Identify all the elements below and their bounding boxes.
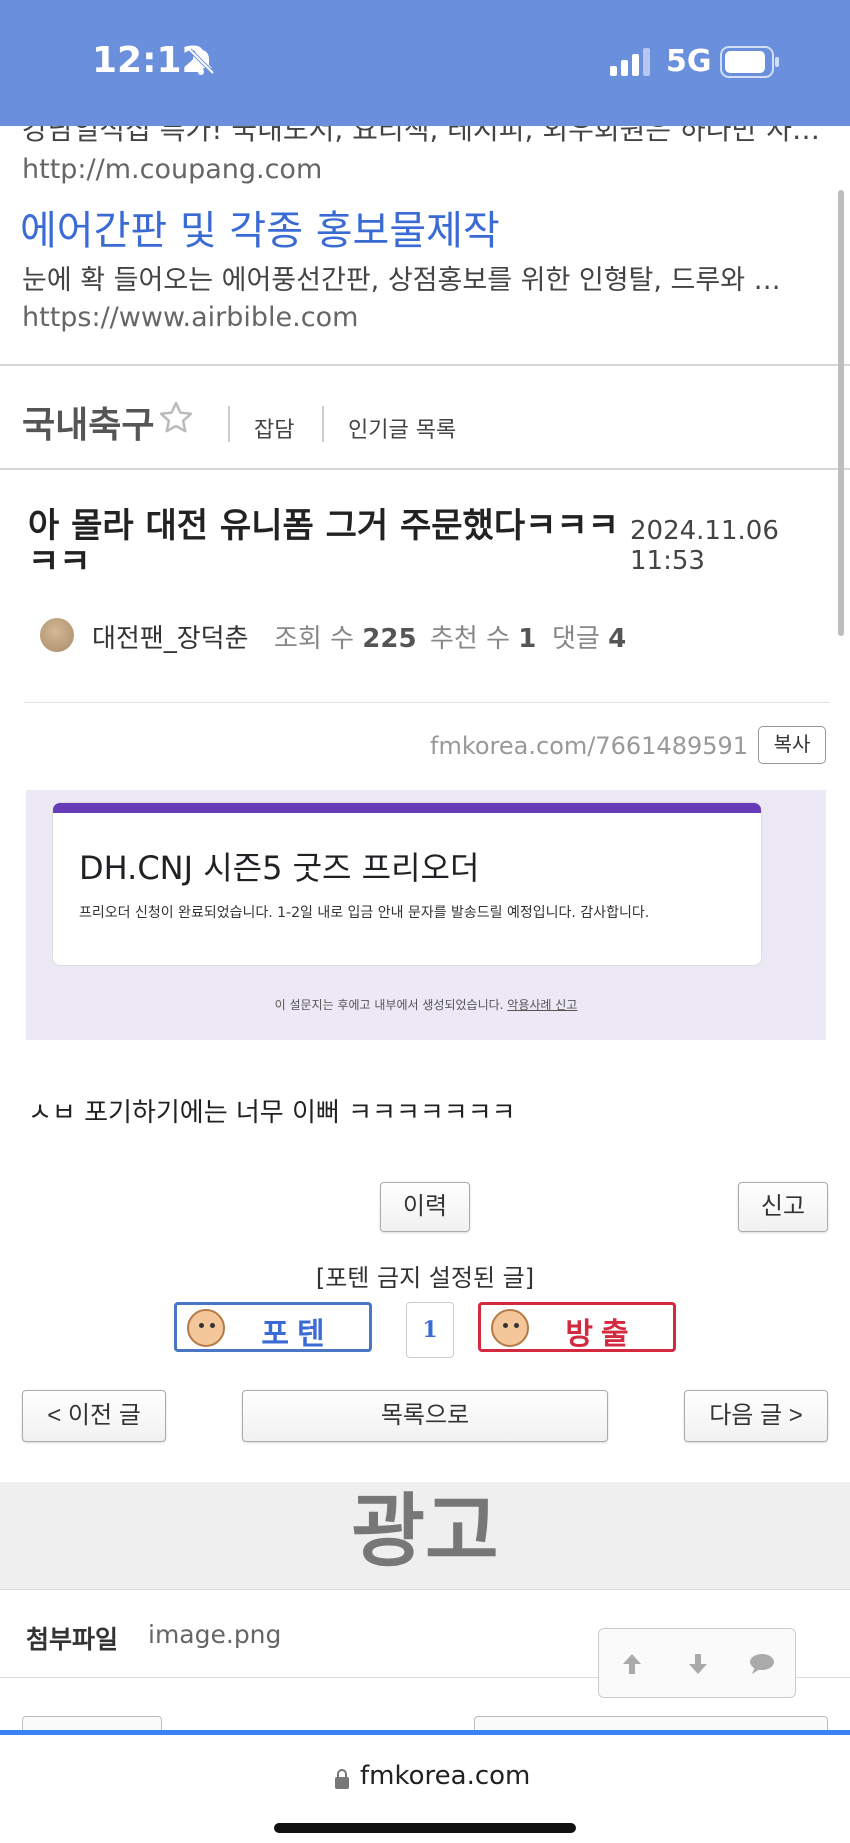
board-link-chat[interactable]: 잡담 [254,412,294,444]
board-name[interactable]: 국내축구 [22,396,154,448]
attachment-file[interactable]: image.png [148,1620,281,1649]
ad-url[interactable]: http://m.coupang.com [22,154,322,185]
board-header: 국내축구 잡담 인기글 목록 [0,366,850,470]
battery-icon [720,46,779,78]
vote-count: 1 [406,1302,454,1358]
author-name[interactable]: 대전팬_장덕춘 [92,618,249,655]
thumbs-up-face-icon [187,1309,225,1347]
next-post-button[interactable]: 다음 글 > [684,1390,828,1442]
ad-description-cut[interactable]: 강남일식집 특가! 국내도서, 요리책, 레시피, 외우회원은 하나만 사… [22,126,820,148]
network-label: 5G [666,44,712,79]
arrow-down-icon[interactable] [683,1649,713,1679]
scrollbar[interactable] [838,190,844,636]
view-count-value: 225 [362,624,417,654]
star-icon[interactable] [158,400,194,436]
form-title: DH.CNJ 시즌5 굿즈 프리오더 [79,849,480,887]
comment-icon[interactable] [747,1649,777,1679]
attachment-label: 첨부파일 [26,1625,119,1654]
separator [322,406,324,442]
avatar[interactable] [40,618,74,652]
view-count-label: 조회 수 [274,624,355,654]
ad-title-link[interactable]: 에어간판 및 각종 홍보물제작 [20,198,500,256]
browser-address-bar[interactable]: fmkorea.com [0,1730,850,1843]
lock-icon [335,1769,349,1789]
upvote-button[interactable]: 포텐 [174,1302,372,1352]
separator [228,406,230,442]
post-body: ㅅㅂ 포기하기에는 너무 이뻐 ㅋㅋㅋㅋㅋㅋㅋ [28,1098,516,1128]
form-footer-text: 이 설문지는 후에고 내부에서 생성되었습니다. [274,998,504,1012]
status-bar: 12:12 5G [0,0,850,126]
ad-url[interactable]: https://www.airbible.com [22,302,358,333]
comment-count-label: 댓글 [552,624,600,654]
back-to-list-button[interactable]: 목록으로 [242,1390,608,1442]
recommend-count-value: 1 [518,624,537,654]
form-message: 프리오더 신청이 완료되었습니다. 1-2일 내로 입금 안내 문자를 발송드릴… [79,905,650,921]
view-count: 조회 수 225 [274,618,417,655]
ad-description[interactable]: 눈에 확 들어오는 에어풍선간판, 상점홍보를 위한 인형탈, 드루와 … [22,258,822,297]
ad-banner[interactable]: 광고 [0,1482,850,1590]
history-button[interactable]: 이력 [380,1182,470,1232]
bell-muted-icon [188,48,215,75]
post-url: fmkorea.com/7661489591 [430,732,749,760]
url-domain[interactable]: fmkorea.com [360,1761,530,1791]
recommend-count: 추천 수 1 [430,618,536,655]
floating-nav [598,1628,796,1698]
form-card: DH.CNJ 시즌5 굿즈 프리오더 프리오더 신청이 완료되었습니다. 1-2… [52,802,762,966]
downvote-button[interactable]: 방출 [478,1302,676,1352]
no-popular-note: [포텐 금지 설정된 글] [315,1264,535,1292]
signal-icon [610,48,650,76]
arrow-up-icon[interactable] [617,1649,647,1679]
form-accent-bar [53,803,761,813]
thumbs-down-face-icon [491,1309,529,1347]
post-image: DH.CNJ 시즌5 굿즈 프리오더 프리오더 신청이 완료되었습니다. 1-2… [26,790,826,1040]
comment-count-value: 4 [608,624,627,654]
copy-url-button[interactable]: 복사 [758,726,826,764]
home-indicator[interactable] [274,1823,576,1833]
board-link-popular[interactable]: 인기글 목록 [348,412,456,444]
post-title: 아 몰라 대전 유니폼 그거 주문했다ㅋㅋㅋㅋㅋ [28,506,619,582]
prev-post-button[interactable]: < 이전 글 [22,1390,166,1442]
text-ads: 강남일식집 특가! 국내도서, 요리책, 레시피, 외우회원은 하나만 사… h… [0,126,850,366]
form-footer-link: 악용사례 신고 [507,998,578,1012]
comment-count: 댓글 4 [552,618,626,655]
form-footer: 이 설문지는 후에고 내부에서 생성되었습니다. 악용사례 신고 [26,996,826,1013]
post-date: 2024.11.06 11:53 [630,516,779,576]
divider [24,702,830,703]
recommend-count-label: 추천 수 [430,624,511,654]
report-button[interactable]: 신고 [738,1182,828,1232]
upvote-label: 포텐 [261,1317,333,1352]
downvote-label: 방출 [565,1317,637,1352]
